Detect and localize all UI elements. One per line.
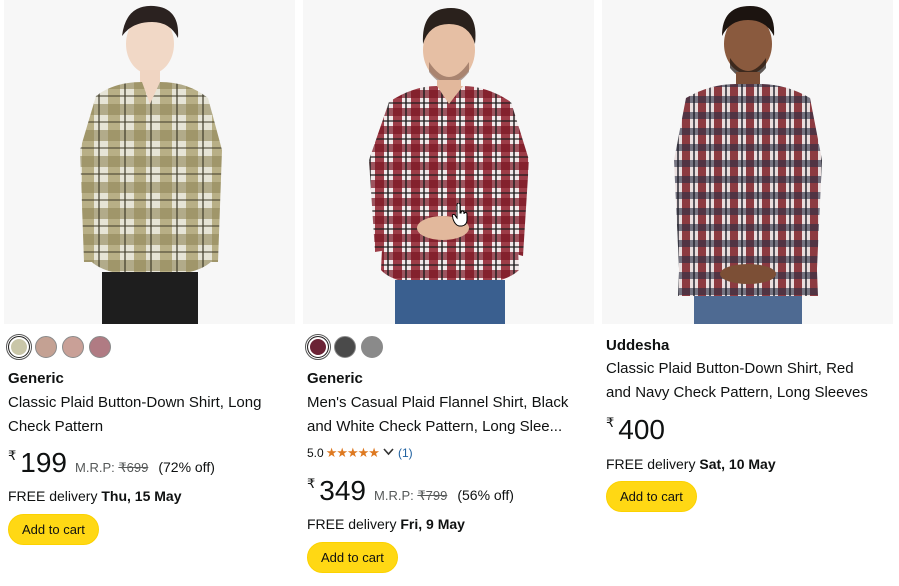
- color-swatch-4[interactable]: [89, 336, 111, 358]
- price-row: ₹ 349 M.R.P: ₹799 (56% off): [307, 476, 514, 506]
- product-grid: Generic Classic Plaid Button-Down Shirt,…: [0, 0, 899, 586]
- product-title[interactable]: Classic Plaid Button-Down Shirt, Long Ch…: [8, 391, 290, 439]
- product-card: Generic Men's Casual Plaid Flannel Shirt…: [303, 0, 594, 586]
- color-swatch-2[interactable]: [35, 336, 57, 358]
- product-title[interactable]: Men's Casual Plaid Flannel Shirt, Black …: [307, 391, 589, 439]
- price-row: ₹ 199 M.R.P: ₹699 (72% off): [8, 448, 215, 478]
- product-title-line2[interactable]: and Navy Check Pattern, Long Sleeves: [606, 381, 888, 405]
- star-rating-icon: ★★★★★: [325, 445, 380, 460]
- product-title-line1[interactable]: Classic Plaid Button-Down Shirt, Red: [606, 357, 888, 381]
- delivery-info: FREE delivery Sat, 10 May: [606, 455, 776, 473]
- mrp-value: ₹699: [118, 460, 149, 475]
- product-image[interactable]: [602, 0, 893, 324]
- hand-pointer-icon: [452, 203, 468, 227]
- product-title-line1[interactable]: Men's Casual Plaid Flannel Shirt, Black: [307, 391, 589, 415]
- add-to-cart-button[interactable]: Add to cart: [8, 514, 99, 545]
- delivery-info: FREE delivery Fri, 9 May: [307, 515, 465, 533]
- currency-symbol: ₹: [8, 448, 17, 463]
- product-image[interactable]: [303, 0, 594, 324]
- product-card: Generic Classic Plaid Button-Down Shirt,…: [4, 0, 295, 586]
- delivery-info: FREE delivery Thu, 15 May: [8, 487, 182, 505]
- color-swatch-3[interactable]: [361, 336, 383, 358]
- color-swatches: [6, 334, 111, 360]
- mrp-label: M.R.P:: [75, 460, 115, 475]
- rating-value: 5.0: [307, 446, 324, 460]
- add-to-cart-button[interactable]: Add to cart: [307, 542, 398, 573]
- delivery-label: FREE delivery: [8, 488, 98, 504]
- mrp: M.R.P: ₹699: [75, 460, 148, 476]
- product-photo-shirt-olive-check: [80, 5, 222, 324]
- product-title-line1[interactable]: Classic Plaid Button-Down Shirt, Long: [8, 391, 290, 415]
- mrp-label: M.R.P:: [374, 488, 414, 503]
- product-photo-shirt-red-navy-check: [674, 6, 822, 324]
- discount: (72% off): [158, 459, 215, 475]
- color-swatch-1[interactable]: [6, 334, 32, 360]
- chevron-down-icon[interactable]: [383, 445, 394, 461]
- delivery-date: Fri, 9 May: [400, 516, 465, 532]
- brand-name: Generic: [307, 370, 363, 387]
- product-photo-shirt-red-check: [369, 8, 529, 324]
- currency-symbol: ₹: [606, 415, 615, 430]
- mrp: M.R.P: ₹799: [374, 488, 447, 504]
- color-swatch-3[interactable]: [62, 336, 84, 358]
- currency-symbol: ₹: [307, 476, 316, 491]
- product-image[interactable]: [4, 0, 295, 324]
- mrp-value: ₹799: [417, 488, 448, 503]
- color-swatches: [305, 334, 383, 360]
- delivery-label: FREE delivery: [307, 516, 397, 532]
- delivery-label: FREE delivery: [606, 456, 696, 472]
- rating-count-link[interactable]: (1): [398, 445, 413, 461]
- price: 349: [319, 475, 366, 506]
- rating[interactable]: 5.0 ★★★★★ (1): [307, 445, 413, 461]
- delivery-date: Sat, 10 May: [699, 456, 776, 472]
- product-title-line2[interactable]: and White Check Pattern, Long Slee...: [307, 415, 589, 439]
- add-to-cart-button[interactable]: Add to cart: [606, 481, 697, 512]
- brand-name: Generic: [8, 370, 64, 387]
- discount: (56% off): [457, 487, 514, 503]
- color-swatch-2[interactable]: [334, 336, 356, 358]
- price: 199: [20, 447, 67, 478]
- price: 400: [618, 414, 665, 445]
- price-row: ₹ 400: [606, 415, 665, 445]
- brand-name: Uddesha: [606, 337, 670, 354]
- product-title-line2[interactable]: Check Pattern: [8, 415, 290, 439]
- product-title[interactable]: Classic Plaid Button-Down Shirt, Red and…: [606, 357, 888, 405]
- color-swatch-1[interactable]: [305, 334, 331, 360]
- delivery-date: Thu, 15 May: [101, 488, 182, 504]
- product-card: Uddesha Classic Plaid Button-Down Shirt,…: [602, 0, 893, 586]
